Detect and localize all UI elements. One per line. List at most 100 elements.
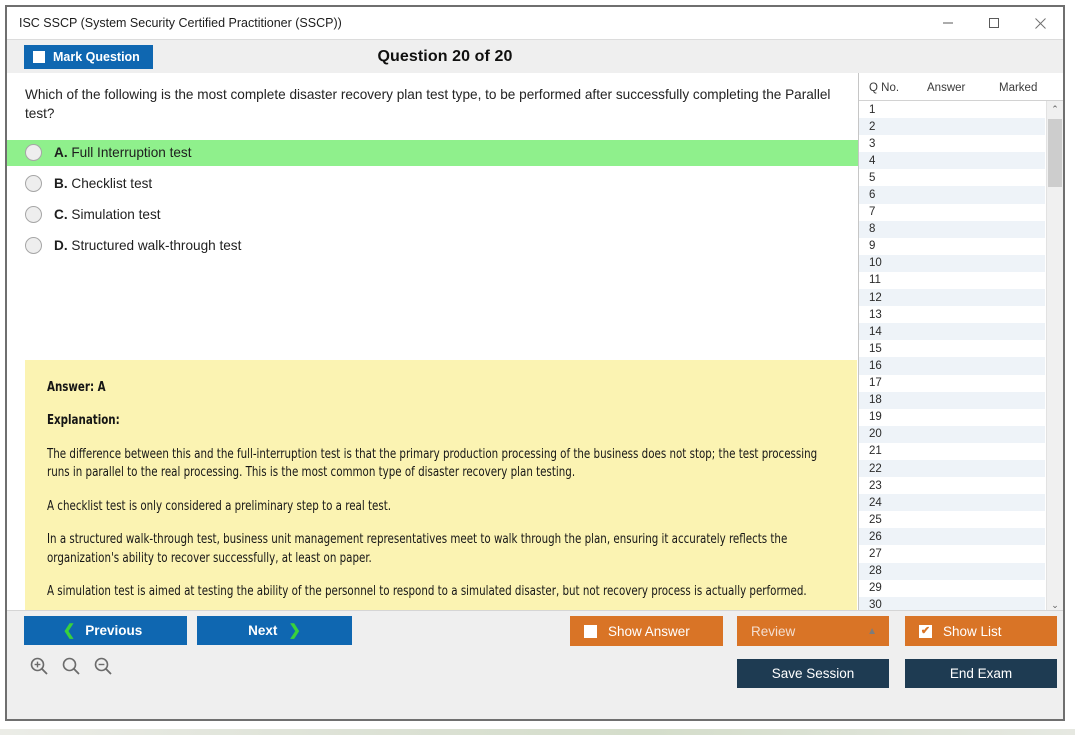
show-list-label: Show List (943, 624, 1002, 639)
window-controls (925, 7, 1063, 39)
question-list-row[interactable]: 17 (859, 375, 1045, 392)
radio-icon-a[interactable] (25, 144, 42, 161)
radio-icon-c[interactable] (25, 206, 42, 223)
question-list-row[interactable]: 22 (859, 460, 1045, 477)
question-list-row[interactable]: 7 (859, 204, 1045, 221)
question-list-body: 1234567891011121314151617181920212223242… (859, 101, 1063, 614)
question-list-row[interactable]: 21 (859, 443, 1045, 460)
radio-icon-d[interactable] (25, 237, 42, 254)
row-question-number: 7 (869, 206, 875, 218)
exam-content: Which of the following is the most compl… (7, 73, 1063, 610)
question-list-row[interactable]: 24 (859, 494, 1045, 511)
option-d[interactable]: D. Structured walk-through test (7, 233, 858, 259)
exam-window: ISC SSCP (System Security Certified Prac… (5, 5, 1065, 721)
option-b[interactable]: B. Checklist test (7, 171, 858, 197)
question-list-row[interactable]: 19 (859, 409, 1045, 426)
row-question-number: 6 (869, 189, 875, 201)
mark-question-button[interactable]: Mark Question (24, 45, 153, 69)
question-list-row[interactable]: 9 (859, 238, 1045, 255)
previous-button[interactable]: ❮ Previous (24, 616, 187, 645)
save-session-button[interactable]: Save Session (737, 659, 889, 688)
chevron-right-icon: ❯ (288, 623, 301, 638)
question-list-row[interactable]: 12 (859, 289, 1045, 306)
radio-icon-b[interactable] (25, 175, 42, 192)
show-list-button[interactable]: ✔ Show List (905, 616, 1057, 646)
explanation-paragraph: In a structured walk-through test, busin… (47, 531, 831, 568)
column-header-qno: Q No. (859, 82, 927, 94)
row-question-number: 2 (869, 121, 875, 133)
zoom-reset-icon[interactable] (61, 656, 81, 676)
question-list-row[interactable]: 25 (859, 511, 1045, 528)
mark-question-checkbox-icon (33, 51, 45, 63)
option-a-label: A. Full Interruption test (54, 145, 192, 160)
row-question-number: 10 (869, 257, 882, 269)
question-list-row[interactable]: 3 (859, 135, 1045, 152)
question-list-row[interactable]: 5 (859, 169, 1045, 186)
zoom-out-icon[interactable] (93, 656, 113, 676)
question-list-row[interactable]: 6 (859, 186, 1045, 203)
zoom-controls (29, 656, 113, 676)
show-answer-label: Show Answer (608, 624, 690, 639)
question-list-row[interactable]: 15 (859, 340, 1045, 357)
option-c[interactable]: C. Simulation test (7, 202, 858, 228)
question-list-header: Q No. Answer Marked (859, 73, 1063, 101)
question-list-row[interactable]: 20 (859, 426, 1045, 443)
show-answer-checkbox-icon (584, 625, 597, 638)
show-answer-button[interactable]: Show Answer (570, 616, 723, 646)
row-question-number: 19 (869, 411, 882, 423)
option-c-label: C. Simulation test (54, 207, 161, 222)
question-list-row[interactable]: 28 (859, 563, 1045, 580)
question-counter: Question 20 of 20 (5, 48, 1063, 66)
review-label: Review (751, 624, 795, 639)
question-list-row[interactable]: 27 (859, 545, 1045, 562)
end-exam-button[interactable]: End Exam (905, 659, 1057, 688)
row-question-number: 1 (869, 104, 875, 116)
question-list-row[interactable]: 8 (859, 221, 1045, 238)
question-list-row[interactable]: 18 (859, 392, 1045, 409)
review-dropdown[interactable]: Review ▲ (737, 616, 889, 646)
question-list-row[interactable]: 13 (859, 306, 1045, 323)
previous-label: Previous (85, 623, 142, 638)
mark-question-label: Mark Question (53, 50, 140, 64)
scroll-up-arrow-icon[interactable]: ⌃ (1047, 101, 1063, 118)
question-list-row[interactable]: 2 (859, 118, 1045, 135)
row-question-number: 18 (869, 394, 882, 406)
option-a[interactable]: A. Full Interruption test (7, 140, 858, 166)
explanation-paragraph: A simulation test is aimed at testing th… (47, 583, 831, 601)
question-list-row[interactable]: 11 (859, 272, 1045, 289)
explanation-label: Explanation: (47, 413, 740, 428)
question-list-row[interactable]: 23 (859, 477, 1045, 494)
question-list-row[interactable]: 4 (859, 152, 1045, 169)
column-header-marked: Marked (999, 82, 1059, 94)
zoom-in-icon[interactable] (29, 656, 49, 676)
question-list-row[interactable]: 26 (859, 528, 1045, 545)
close-icon[interactable] (1017, 7, 1063, 39)
maximize-icon[interactable] (971, 7, 1017, 39)
option-d-label: D. Structured walk-through test (54, 238, 241, 253)
row-question-number: 26 (869, 531, 882, 543)
window-title: ISC SSCP (System Security Certified Prac… (7, 16, 342, 30)
row-question-number: 17 (869, 377, 882, 389)
end-exam-label: End Exam (950, 666, 1012, 681)
row-question-number: 23 (869, 480, 882, 492)
minimize-icon[interactable] (925, 7, 971, 39)
show-list-checkbox-icon: ✔ (919, 625, 932, 638)
next-button[interactable]: Next ❯ (197, 616, 352, 645)
question-list-row[interactable]: 16 (859, 357, 1045, 374)
row-question-number: 16 (869, 360, 882, 372)
question-text: Which of the following is the most compl… (7, 73, 858, 124)
option-b-label: B. Checklist test (54, 176, 152, 191)
row-question-number: 27 (869, 548, 882, 560)
row-question-number: 13 (869, 309, 882, 321)
question-list-row[interactable]: 14 (859, 323, 1045, 340)
scrollbar-thumb[interactable] (1048, 119, 1062, 187)
chevron-left-icon: ❮ (63, 623, 76, 638)
row-question-number: 12 (869, 292, 882, 304)
row-question-number: 25 (869, 514, 882, 526)
answer-options: A. Full Interruption test B. Checklist t… (7, 140, 858, 259)
answer-line: Answer: A (47, 380, 740, 395)
question-list-row[interactable]: 29 (859, 580, 1045, 597)
question-list-row[interactable]: 1 (859, 101, 1045, 118)
question-list-scrollbar[interactable]: ⌃ ⌄ (1046, 101, 1063, 614)
question-list-row[interactable]: 10 (859, 255, 1045, 272)
